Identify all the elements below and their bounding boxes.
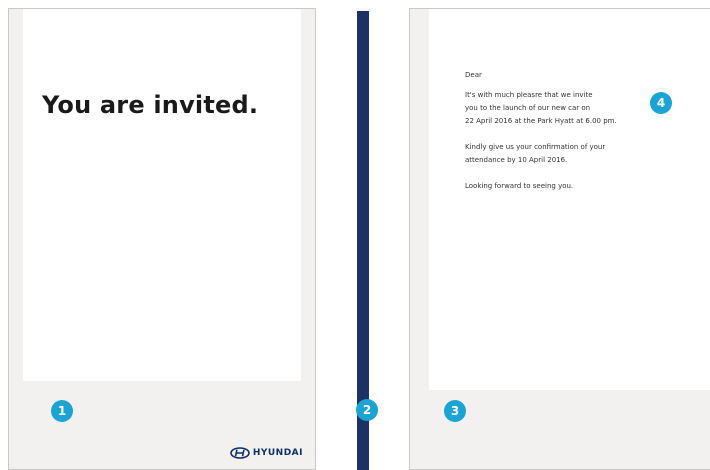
invitation-front-card: You are invited. 1 HYUNDAI [8,8,316,470]
front-white-panel: You are invited. [23,9,301,381]
hyundai-emblem-icon [230,447,250,459]
letter-paragraph-rsvp: Kindly give us your confirmation of your… [465,143,606,164]
letter-greeting: Dear [465,71,482,79]
callout-badge-2: 2 [356,399,378,421]
callout-badge-4: 4 [650,92,672,114]
letter-paragraph-closing: Looking forward to seeing you. [465,182,574,190]
invitation-letter-card: Dear It's with much pleasre that we invi… [409,8,710,470]
hyundai-logo: HYUNDAI [230,447,303,459]
invitation-headline: You are invited. [42,91,259,119]
letter-white-panel: Dear It's with much pleasre that we invi… [429,9,710,390]
invitation-layout: You are invited. 1 HYUNDAI 2 Dear It's w… [0,0,710,470]
letter-body: Dear It's with much pleasre that we invi… [465,69,685,206]
hyundai-wordmark: HYUNDAI [252,448,303,458]
callout-badge-3: 3 [444,400,466,422]
callout-badge-1: 1 [51,400,73,422]
